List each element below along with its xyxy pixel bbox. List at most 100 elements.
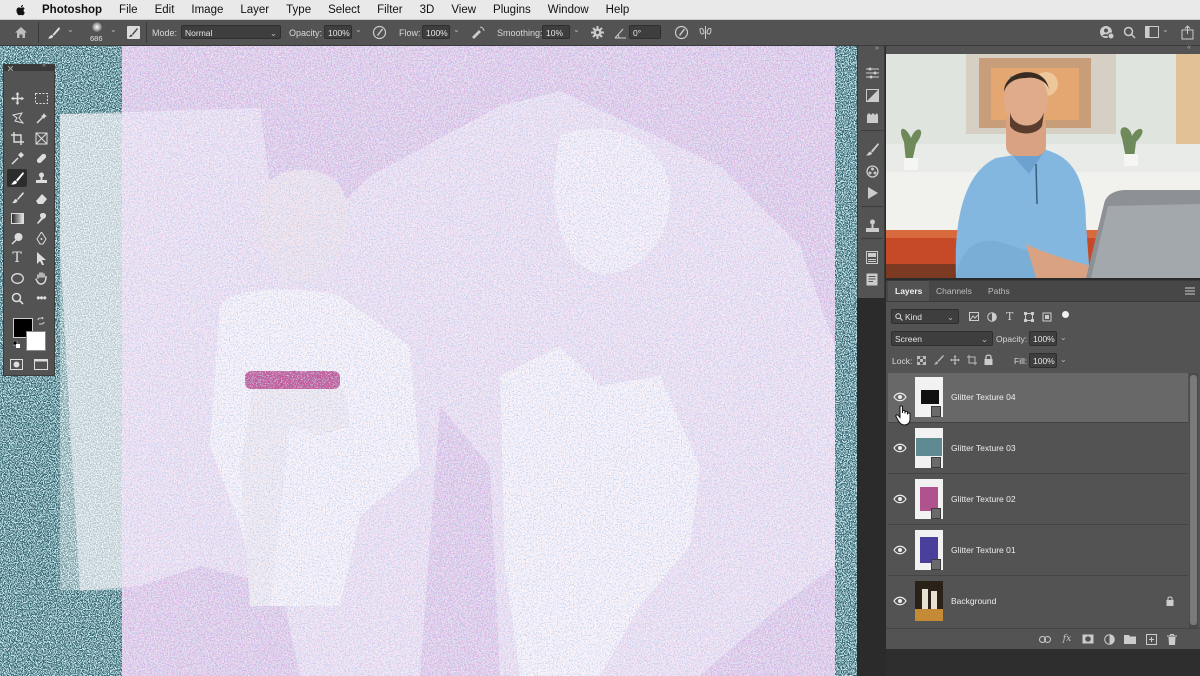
path-selection-tool-icon[interactable] [31,249,51,267]
new-layer-icon[interactable] [1145,633,1157,645]
tab-paths[interactable]: Paths [981,281,1017,301]
eye-icon[interactable] [893,391,907,403]
layer-name[interactable]: Glitter Texture 04 [951,392,1016,402]
eraser-tool-icon[interactable] [31,189,51,207]
blend-mode-dropdown[interactable]: Screen ⌄ [891,331,993,346]
pressure-size-icon[interactable] [674,25,689,40]
layer-name[interactable]: Glitter Texture 03 [951,443,1016,453]
layer-row-glitter-texture-04[interactable]: Glitter Texture 04 [888,373,1188,423]
angle-field[interactable]: 0° [629,25,661,39]
more-tools-icon[interactable]: ••• [31,289,51,307]
layer-opacity-field[interactable]: 100% [1029,331,1057,346]
smoothing-field[interactable]: 10% [542,25,570,39]
menu-type[interactable]: Type [286,4,311,16]
airbrush-icon[interactable] [470,25,486,40]
chevron-down-icon[interactable]: ⌄ [67,26,75,34]
fill-field[interactable]: 100% [1029,353,1057,368]
chevron-down-icon[interactable]: ⌄ [1162,26,1170,34]
pen-tool-icon[interactable] [31,229,51,247]
libraries-icon[interactable] [863,108,881,126]
chevron-down-icon[interactable]: ⌄ [110,26,118,34]
gear-icon[interactable] [591,26,604,39]
object-select-tool-icon[interactable] [31,109,51,127]
quick-mask-icon[interactable] [10,359,23,370]
smudge-tool-icon[interactable] [31,209,51,227]
home-icon[interactable] [14,26,28,39]
tool-presets-icon[interactable] [863,216,881,234]
play-actions-icon[interactable] [863,184,881,202]
eye-icon[interactable] [893,544,907,556]
collapse-icon[interactable]: » [42,62,46,69]
menu-edit[interactable]: Edit [155,4,175,16]
export-share-icon[interactable] [1180,25,1195,40]
eye-icon[interactable] [893,595,907,607]
brush-tool-icon[interactable] [7,169,27,187]
share-user-icon[interactable] [1099,25,1115,40]
screen-mode-icon[interactable] [34,359,48,370]
flow-field[interactable]: 100% [422,25,450,39]
chevron-down-icon[interactable]: ⌄ [1060,333,1067,342]
lock-artboard-icon[interactable] [967,355,977,365]
menu-select[interactable]: Select [328,4,360,16]
eye-icon[interactable] [893,493,907,505]
ellipse-tool-icon[interactable] [7,269,27,287]
chevron-down-icon[interactable]: ⌄ [573,26,581,34]
layer-name[interactable]: Glitter Texture 01 [951,545,1016,555]
tab-layers[interactable]: Layers [888,281,930,301]
filter-toggle-icon[interactable] [1062,311,1069,318]
symmetry-icon[interactable] [698,25,713,40]
new-adjustment-layer-icon[interactable] [1103,633,1115,645]
filter-type-icon[interactable]: T [1006,310,1013,323]
layer-filter-dropdown[interactable]: Kind ⌄ [891,309,959,324]
apple-icon[interactable] [14,3,28,17]
menu-file[interactable]: File [119,4,138,16]
clone-source-icon[interactable] [863,162,881,180]
close-icon[interactable] [8,66,13,71]
menu-plugins[interactable]: Plugins [493,4,531,16]
pressure-opacity-icon[interactable] [372,25,387,40]
crop-tool-icon[interactable] [7,129,27,147]
menu-window[interactable]: Window [548,4,589,16]
gradient-tool-icon[interactable] [7,209,27,227]
frame-tool-icon[interactable] [31,129,51,147]
eyedropper-tool-icon[interactable] [7,149,27,167]
lock-position-icon[interactable] [950,355,960,365]
zoom-tool-icon[interactable] [7,289,27,307]
properties-icon[interactable] [863,64,881,82]
menu-view[interactable]: View [451,4,476,16]
background-color-swatch[interactable] [26,331,46,351]
mode-dropdown[interactable]: Normal ⌄ [181,25,281,39]
type-tool-icon[interactable]: T [7,249,27,267]
layer-style-fx-icon[interactable]: fx [1061,633,1073,645]
filter-adjustment-icon[interactable] [987,312,997,322]
lock-transparency-icon[interactable] [917,356,926,365]
chevron-down-icon[interactable]: ⌄ [355,26,363,34]
clone-stamp-tool-icon[interactable] [31,169,51,187]
menu-filter[interactable]: Filter [377,4,403,16]
delete-layer-icon[interactable] [1166,633,1178,645]
notes-icon[interactable] [863,270,881,288]
document-canvas[interactable] [0,46,857,676]
adjustments-icon[interactable] [863,86,881,104]
eye-icon[interactable] [893,442,907,454]
lock-all-icon[interactable] [984,354,993,365]
filter-shape-icon[interactable] [1024,312,1034,322]
brush-settings-icon[interactable] [126,25,141,40]
layer-comps-icon[interactable] [863,248,881,266]
chevron-down-icon[interactable]: ⌄ [453,26,461,34]
link-layers-icon[interactable] [1039,633,1051,645]
layer-row-glitter-texture-03[interactable]: Glitter Texture 03 [888,424,1188,474]
default-colors-icon[interactable] [13,341,20,348]
filter-smart-object-icon[interactable] [1042,312,1052,322]
new-group-icon[interactable] [1124,633,1136,645]
menu-layer[interactable]: Layer [240,4,269,16]
history-brush-tool-icon[interactable] [7,189,27,207]
collapse-icon[interactable]: « [1187,44,1191,51]
menu-app-name[interactable]: Photoshop [42,4,102,16]
menu-3d[interactable]: 3D [420,4,435,16]
hand-tool-icon[interactable] [31,269,51,287]
layers-scrollbar-thumb[interactable] [1190,375,1197,625]
opacity-field[interactable]: 100% [324,25,352,39]
collapse-icon[interactable]: » [875,45,879,52]
brush-preset-picker[interactable]: 686 [86,22,108,44]
